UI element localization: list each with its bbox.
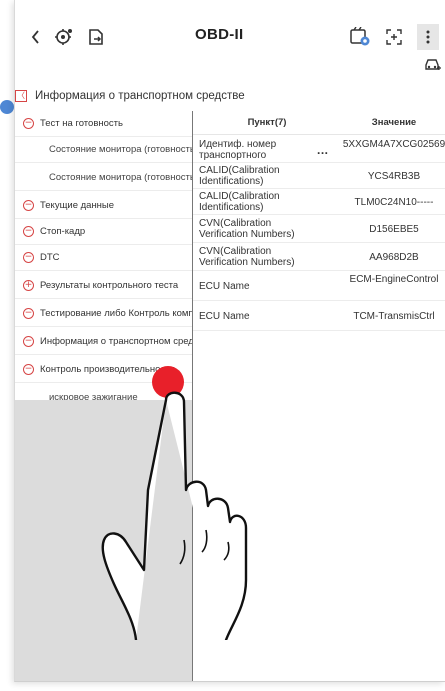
cell-value: TLM0C24N10----- [354,197,434,208]
back-button[interactable] [23,24,49,50]
diagnostic-button[interactable] [51,24,77,50]
cell-value: AA968D2B [369,252,419,263]
cell-item: CALID(Calibration Identifications) [199,165,280,187]
cell-item: CVN(Calibration Verification Numbers) [199,218,295,240]
tree-item-label: Результаты контрольного теста [40,280,179,291]
tree-item-label: Информация о транспортном средстве [40,336,193,347]
tree-item-label: Текущие данные [40,200,115,211]
gear-car-icon [55,29,72,45]
tree-item-test-results[interactable]: + Результаты контрольного теста [15,273,193,299]
pointing-hand-illustration [101,391,248,640]
cell-item: CALID(Calibration Identifications) [199,191,280,213]
tree-item-label: DTC [40,252,60,263]
tree-item-label: Стоп-кадр [40,226,86,237]
section-header[interactable]: 〈 Информация о транспортном средстве [15,90,245,102]
tree-item-label: Тест на готовность [40,118,123,129]
page-title: OBD-II [195,26,244,43]
cell-value: TCM-TransmisCtrl [353,311,435,322]
collapse-icon: − [23,252,34,263]
file-export-icon [89,29,103,45]
column-header-value[interactable]: Значение [341,111,445,135]
tree-item-readiness[interactable]: − Тест на готовность [15,111,193,137]
more-button[interactable] [417,24,439,50]
cell-item: CVN(Calibration Verification Numbers) [199,246,295,268]
tree-subitem-monitor-status[interactable]: Состояние монитора (готовность) [15,165,193,191]
cell-item: ECU Name [199,311,250,322]
cell-value: ECM-EngineControl [349,274,439,285]
section-title: Информация о транспортном средстве [35,90,245,102]
table-row[interactable]: ECU Name TCM-TransmisCtrl [193,301,445,331]
table-row[interactable]: CALID(Calibration Identifications) YCS4R… [193,163,445,189]
collapse-icon: − [23,226,34,237]
table-row[interactable]: Идентиф. номер транспортного ... 5XXGM4A… [193,135,445,163]
top-bar: OBD-II [15,0,445,70]
table-row[interactable]: CVN(Calibration Verification Numbers) AA… [193,243,445,271]
collapse-icon: − [23,200,34,211]
vertical-dots-icon [426,30,430,44]
cell-value: 5XXGM4A7XCG02569 [342,139,445,150]
tree-item-dtc[interactable]: − DTC [15,245,193,271]
table-row[interactable]: CVN(Calibration Verification Numbers) D1… [193,215,445,243]
collapse-icon: − [23,308,34,319]
vehicle-button[interactable] [424,56,442,72]
chevron-left-icon [31,30,39,44]
tree-item-label: Состояние монитора (готовность) [49,172,193,183]
tap-indicator-dot [0,100,14,114]
column-header-item[interactable]: Пункт(7) [193,111,341,135]
table-row[interactable]: ECU Name ECM-EngineControl [193,271,445,301]
car-icon [425,59,441,70]
table-row[interactable]: CALID(Calibration Identifications) TLM0C… [193,189,445,215]
collapse-section-icon: 〈 [15,90,27,102]
collapse-icon: − [23,118,34,129]
export-button[interactable] [83,24,109,50]
capture-icon [386,29,402,45]
more-options-icon[interactable]: ... [317,143,329,157]
tree-item-freeze-frame[interactable]: − Стоп-кадр [15,219,193,245]
cell-value: D156EBE5 [369,224,419,235]
tree-item-live-data[interactable]: − Текущие данные [15,193,193,219]
expand-icon: + [23,280,34,291]
cell-item: Идентиф. номер транспортного [199,139,277,161]
tree-item-label: Состояние монитора (готовность) [49,144,193,155]
screenshot-button[interactable] [381,24,407,50]
tree-item-label: Тестирование либо Контроль компонентов [40,308,193,319]
record-button[interactable] [347,24,373,50]
tree-item-vehicle-info[interactable]: − Информация о транспортном средстве [15,329,193,355]
cell-item: ECU Name [199,281,250,292]
collapse-icon: − [23,364,34,375]
cell-value: YCS4RB3B [367,171,421,182]
collapse-icon: − [23,336,34,347]
tree-subitem-monitor-status[interactable]: Состояние монитора (готовность) [15,137,193,163]
tree-item-component-test[interactable]: − Тестирование либо Контроль компонентов [15,301,193,327]
record-video-icon [350,27,370,46]
